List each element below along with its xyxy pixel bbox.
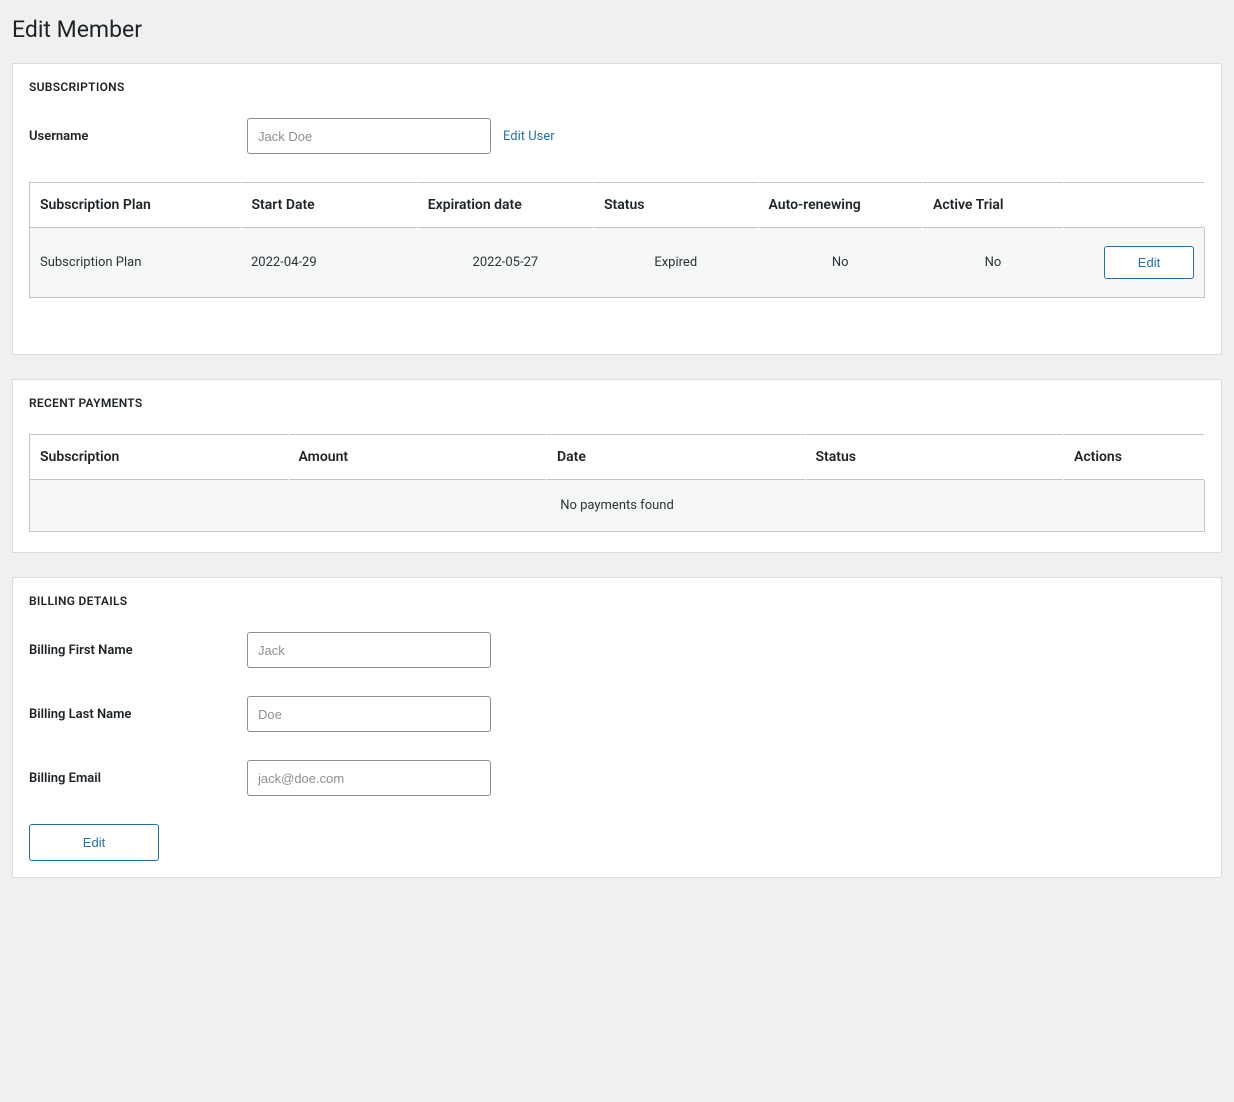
username-row: Username Edit User: [29, 118, 1205, 154]
billing-first-name-label: Billing First Name: [29, 643, 247, 658]
col-start-header: Start Date: [241, 183, 417, 228]
col-auto-header: Auto-renewing: [758, 183, 923, 228]
subscriptions-table: Subscription Plan Start Date Expiration …: [29, 182, 1205, 298]
col-subscription-header: Subscription: [30, 435, 289, 480]
col-pay-actions-header: Actions: [1064, 435, 1205, 480]
username-input[interactable]: [247, 118, 491, 154]
billing-first-name-input[interactable]: [247, 632, 491, 668]
cell-expiration: 2022-05-27: [417, 228, 593, 298]
col-actions-header: [1064, 183, 1205, 228]
cell-auto: No: [758, 228, 923, 298]
billing-email-row: Billing Email: [29, 760, 1205, 796]
page-title: Edit Member: [12, 12, 1222, 63]
cell-trial: No: [923, 228, 1064, 298]
subscriptions-header-row: Subscription Plan Start Date Expiration …: [30, 183, 1205, 228]
payments-table: Subscription Amount Date Status Actions …: [29, 434, 1205, 532]
billing-first-name-row: Billing First Name: [29, 632, 1205, 668]
billing-edit-row: Edit: [29, 824, 1205, 861]
col-status-header: Status: [594, 183, 759, 228]
col-date-header: Date: [547, 435, 806, 480]
payments-heading: RECENT PAYMENTS: [29, 396, 1205, 410]
billing-email-input[interactable]: [247, 760, 491, 796]
col-plan-header: Subscription Plan: [30, 183, 242, 228]
payments-header-row: Subscription Amount Date Status Actions: [30, 435, 1205, 480]
billing-heading: BILLING DETAILS: [29, 594, 1205, 608]
billing-last-name-label: Billing Last Name: [29, 707, 247, 722]
subscriptions-panel: SUBSCRIPTIONS Username Edit User Subscri…: [12, 63, 1222, 355]
billing-panel: BILLING DETAILS Billing First Name Billi…: [12, 577, 1222, 878]
col-expiration-header: Expiration date: [417, 183, 593, 228]
subscription-row: Subscription Plan 2022-04-29 2022-05-27 …: [30, 228, 1205, 298]
cell-start: 2022-04-29: [241, 228, 417, 298]
edit-user-link[interactable]: Edit User: [503, 129, 555, 144]
payments-empty-message: No payments found: [30, 480, 1205, 532]
edit-subscription-button[interactable]: Edit: [1104, 246, 1194, 279]
edit-billing-button[interactable]: Edit: [29, 824, 159, 861]
cell-plan: Subscription Plan: [30, 228, 242, 298]
subscriptions-heading: SUBSCRIPTIONS: [29, 80, 1205, 94]
payments-panel: RECENT PAYMENTS Subscription Amount Date…: [12, 379, 1222, 553]
cell-status: Expired: [594, 228, 759, 298]
col-pay-status-header: Status: [805, 435, 1064, 480]
cell-edit: Edit: [1064, 228, 1205, 298]
billing-last-name-input[interactable]: [247, 696, 491, 732]
col-amount-header: Amount: [288, 435, 547, 480]
username-label: Username: [29, 129, 247, 144]
payments-empty-row: No payments found: [30, 480, 1205, 532]
billing-email-label: Billing Email: [29, 771, 247, 786]
billing-last-name-row: Billing Last Name: [29, 696, 1205, 732]
col-trial-header: Active Trial: [923, 183, 1064, 228]
